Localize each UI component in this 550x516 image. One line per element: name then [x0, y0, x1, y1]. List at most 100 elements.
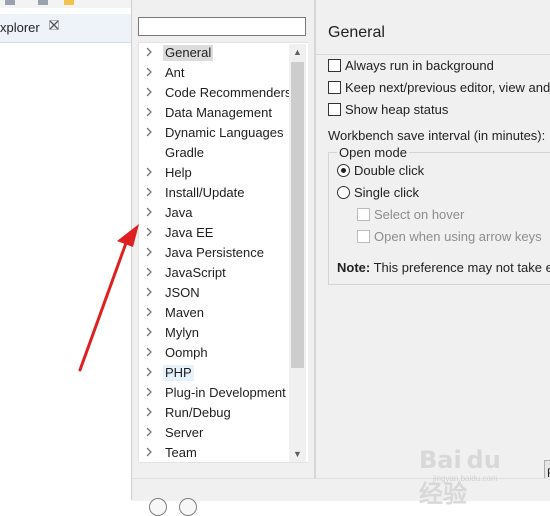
radio-button[interactable]	[337, 186, 350, 199]
explorer-tab[interactable]: xplorer	[0, 14, 131, 43]
chevron-right-icon[interactable]	[146, 246, 156, 260]
tree-item[interactable]: Team	[139, 443, 289, 462]
tree-item[interactable]: Maven	[139, 303, 289, 323]
chevron-right-icon[interactable]	[146, 346, 156, 360]
tree-item[interactable]: Code Recommenders	[139, 83, 291, 103]
tree-item[interactable]: Java Persistence	[139, 243, 289, 263]
chevron-right-icon[interactable]	[146, 226, 156, 240]
tree-item[interactable]: Ant	[139, 63, 289, 83]
checkbox[interactable]	[328, 81, 341, 94]
preferences-dialog: General Ant Code Recommenders Data Manageme…	[131, 0, 550, 516]
background-toolbar	[0, 0, 131, 8]
tree-item-label: Server	[165, 425, 204, 440]
chevron-right-icon[interactable]	[146, 186, 156, 200]
tree-item[interactable]: Server	[139, 423, 289, 443]
chevron-right-icon[interactable]	[146, 106, 156, 120]
tree-item[interactable]: General	[139, 43, 289, 63]
tree-item[interactable]: Gradle	[139, 143, 289, 163]
tree-item[interactable]: JavaScript	[139, 263, 289, 283]
chevron-up-icon[interactable]: ▲	[289, 44, 306, 60]
watermark: Bai du 经验 jingyan.baidu.com	[419, 446, 529, 508]
chevron-right-icon[interactable]	[146, 446, 156, 460]
tree-item-label: Data Management	[165, 105, 272, 120]
tree-item-label: PHP	[163, 365, 194, 381]
tree-item[interactable]: Data Management	[139, 103, 289, 123]
background-workbench: xplorer	[0, 0, 131, 500]
tree-item[interactable]: Mylyn	[139, 323, 289, 343]
open-mode-group: Open mode Double click Single click Sele…	[328, 145, 550, 285]
save-interval-label: Workbench save interval (in minutes):	[328, 128, 546, 143]
tree-item-label: Maven	[165, 305, 205, 320]
tree-item[interactable]: Oomph	[139, 343, 289, 363]
chevron-right-icon[interactable]	[146, 126, 156, 140]
checkbox[interactable]	[357, 230, 370, 243]
checkbox-label: Open when using arrow keys	[374, 229, 542, 244]
tree-item-label: Oomph	[165, 345, 208, 360]
help-icon[interactable]	[149, 498, 167, 516]
tree-item-label: Java Persistence	[165, 245, 264, 260]
open-mode-legend: Open mode	[337, 145, 409, 160]
chevron-right-icon[interactable]	[146, 266, 156, 280]
tree-item[interactable]: PHP	[139, 363, 289, 383]
tree-item-label: Code Recommenders	[165, 85, 292, 100]
explorer-tab-label: xplorer	[0, 20, 40, 35]
checkbox[interactable]	[328, 59, 341, 72]
tree-item-label: Help	[165, 165, 192, 180]
preferences-tree[interactable]: General Ant Code Recommenders Data Manageme…	[138, 42, 308, 463]
chevron-right-icon[interactable]	[146, 366, 156, 380]
toolbar-icon[interactable]	[5, 0, 15, 5]
tree-item-label: Mylyn	[165, 325, 199, 340]
checkbox[interactable]	[357, 208, 370, 221]
chevron-right-icon[interactable]	[146, 166, 156, 180]
tree-item-label: Gradle	[165, 145, 205, 160]
chevron-right-icon[interactable]	[146, 306, 156, 320]
toolbar-icon[interactable]	[64, 0, 74, 5]
checkbox-label: Keep next/previous editor, view and	[345, 80, 550, 95]
toolbar-icon[interactable]	[38, 0, 48, 5]
close-icon[interactable]	[49, 19, 59, 33]
chevron-right-icon[interactable]	[146, 326, 156, 340]
radio-button[interactable]	[337, 164, 350, 177]
chevron-right-icon[interactable]	[146, 66, 156, 80]
preference-page: General Always run in background Keep ne…	[316, 10, 550, 486]
tree-item[interactable]: JSON	[139, 283, 289, 303]
checkbox-label: Always run in background	[345, 58, 494, 73]
tree-item-label: Dynamic Languages	[165, 125, 284, 140]
page-header: General	[316, 10, 550, 54]
tree-item[interactable]: Help	[139, 163, 289, 183]
chevron-right-icon[interactable]	[146, 386, 156, 400]
tree-item-label: Java	[165, 205, 193, 220]
chevron-right-icon[interactable]	[146, 406, 156, 420]
tree-item[interactable]: Plug-in Development	[139, 383, 289, 403]
tree-item[interactable]: Java	[139, 203, 289, 223]
tree-item-label: JSON	[165, 285, 200, 300]
tree-item-label: Install/Update	[165, 185, 245, 200]
checkbox-label: Show heap status	[345, 102, 449, 117]
chevron-right-icon[interactable]	[146, 426, 156, 440]
checkbox[interactable]	[328, 103, 341, 116]
tree-item[interactable]: Install/Update	[139, 183, 289, 203]
page-body: Always run in background Keep next/previ…	[316, 55, 550, 486]
tree-item-label: Ant	[165, 65, 185, 80]
import-icon[interactable]	[179, 498, 197, 516]
tree-item-label: General	[163, 45, 214, 61]
tree-item[interactable]: Java EE	[139, 223, 289, 243]
checkbox-label: Select on hover	[374, 207, 465, 222]
chevron-right-icon[interactable]	[146, 86, 156, 100]
tree-item-label: Java EE	[165, 225, 214, 240]
chevron-right-icon[interactable]	[146, 206, 156, 220]
page-title: General	[328, 24, 385, 41]
tree-scrollbar[interactable]: ▲ ▼	[289, 44, 306, 462]
scrollbar-thumb[interactable]	[291, 62, 304, 368]
tree-item-label: Plug-in Development	[165, 385, 286, 400]
preferences-navigation: General Ant Code Recommenders Data Manageme…	[132, 0, 314, 478]
radio-label: Single click	[354, 185, 420, 200]
tree-item-label: Run/Debug	[165, 405, 231, 420]
filter-input[interactable]	[138, 17, 306, 36]
chevron-right-icon[interactable]	[146, 286, 156, 300]
note-text: This preference may not take e	[370, 260, 550, 275]
chevron-right-icon[interactable]	[146, 46, 156, 60]
chevron-down-icon[interactable]: ▼	[289, 446, 306, 462]
tree-item[interactable]: Run/Debug	[139, 403, 289, 423]
tree-item[interactable]: Dynamic Languages	[139, 123, 289, 143]
